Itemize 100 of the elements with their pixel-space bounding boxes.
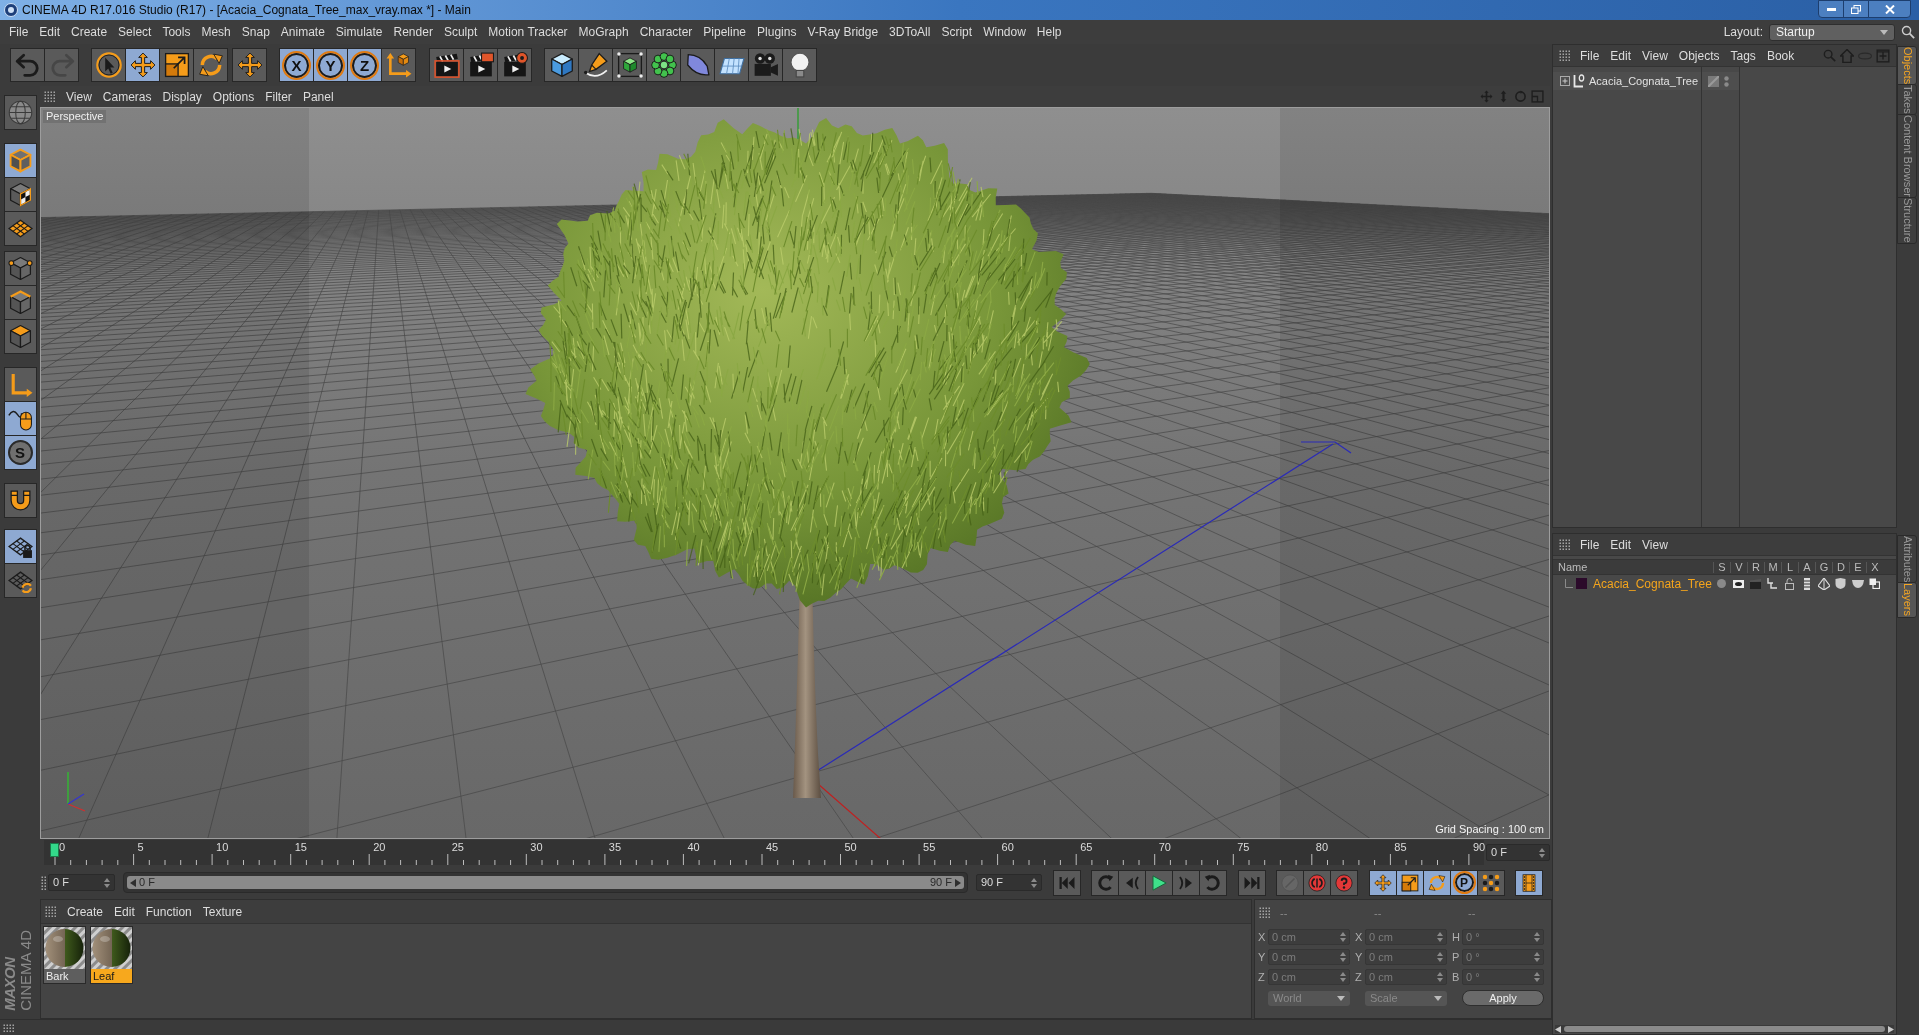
viewport-menu-item[interactable]: Options bbox=[212, 90, 255, 103]
end-frame-field[interactable]: 90 F bbox=[976, 874, 1042, 891]
tweak-mode-button[interactable] bbox=[3, 401, 37, 436]
viewport-menu-item[interactable]: View bbox=[66, 90, 92, 103]
floor-button[interactable] bbox=[714, 48, 749, 82]
rotate-key-button[interactable] bbox=[1423, 869, 1451, 896]
restore-button[interactable] bbox=[1843, 0, 1869, 18]
scale-tool-button[interactable] bbox=[159, 48, 194, 82]
menu-item[interactable]: Mesh bbox=[201, 26, 231, 38]
make-editable-button[interactable] bbox=[3, 95, 37, 130]
texture-mode-button[interactable] bbox=[3, 177, 37, 212]
start-frame-field[interactable]: 0 F bbox=[48, 874, 115, 891]
side-tab[interactable]: Content Browser bbox=[1897, 114, 1917, 198]
go-to-start-button[interactable] bbox=[1053, 869, 1081, 896]
points-mode-button[interactable] bbox=[3, 251, 37, 286]
layer-menu-item[interactable]: Edit bbox=[1610, 538, 1632, 551]
subdivision-button[interactable] bbox=[612, 48, 647, 82]
cloner-button[interactable] bbox=[646, 48, 681, 82]
menu-item[interactable]: Pipeline bbox=[703, 26, 747, 38]
x-axis-button[interactable]: X bbox=[279, 48, 314, 82]
light-button[interactable] bbox=[782, 48, 817, 82]
viewport-menu-item[interactable]: Cameras bbox=[102, 90, 152, 103]
menu-item[interactable]: V-Ray Bridge bbox=[807, 26, 879, 38]
menu-item[interactable]: Plugins bbox=[757, 26, 797, 38]
point-level-button[interactable] bbox=[1477, 869, 1505, 896]
scale-key-button[interactable] bbox=[1396, 869, 1424, 896]
material-menu-item[interactable]: Function bbox=[145, 905, 192, 918]
render-settings-button[interactable] bbox=[497, 48, 532, 82]
rotate-tool-button[interactable] bbox=[193, 48, 228, 82]
polygons-mode-button[interactable] bbox=[3, 319, 37, 354]
workplane-mode-button[interactable] bbox=[3, 211, 37, 246]
render-picture-viewer-button[interactable] bbox=[463, 48, 498, 82]
model-mode-button[interactable] bbox=[3, 143, 37, 178]
layer-menu-item[interactable]: View bbox=[1642, 538, 1668, 551]
objects-menu-item[interactable]: Book bbox=[1766, 49, 1795, 62]
side-tab[interactable]: Attributes bbox=[1897, 535, 1917, 584]
layer-name[interactable]: Acacia_Cognata_Tree bbox=[1593, 577, 1712, 590]
objects-menu-item[interactable]: File bbox=[1580, 49, 1600, 62]
playhead[interactable] bbox=[50, 843, 59, 857]
menu-item[interactable]: Create bbox=[71, 26, 108, 38]
viewport-menu-item[interactable]: Filter bbox=[265, 90, 292, 103]
menu-item[interactable]: 3DToAll bbox=[889, 26, 931, 38]
select-tool-button[interactable] bbox=[91, 48, 126, 82]
bend-button[interactable] bbox=[680, 48, 715, 82]
y-axis-button[interactable]: Y bbox=[313, 48, 348, 82]
menu-item[interactable]: Help bbox=[1036, 26, 1062, 38]
menu-item[interactable]: Snap bbox=[241, 26, 270, 38]
render-view-button[interactable] bbox=[429, 48, 464, 82]
objects-menu-item[interactable]: Edit bbox=[1610, 49, 1632, 62]
play-button[interactable] bbox=[1145, 869, 1173, 896]
menu-item[interactable]: Character bbox=[639, 26, 693, 38]
material-item[interactable]: Bark bbox=[43, 926, 86, 984]
timeline-button[interactable] bbox=[1515, 869, 1543, 896]
layout-dropdown[interactable]: Startup bbox=[1769, 23, 1895, 41]
workplane-lock-button[interactable] bbox=[3, 529, 37, 564]
coordinate-system-button[interactable] bbox=[381, 48, 416, 82]
menu-item[interactable]: Render bbox=[393, 26, 433, 38]
move-key-button[interactable] bbox=[1369, 869, 1397, 896]
undo-button[interactable] bbox=[10, 48, 45, 82]
material-menu-item[interactable]: Texture bbox=[202, 905, 243, 918]
transform-tool-button[interactable] bbox=[232, 48, 267, 82]
snap-button[interactable] bbox=[3, 483, 37, 518]
menu-item[interactable]: Edit bbox=[39, 26, 61, 38]
material-item[interactable]: Leaf bbox=[90, 926, 133, 984]
menu-item[interactable]: File bbox=[9, 26, 29, 38]
menu-item[interactable]: MoGraph bbox=[578, 26, 629, 38]
side-tab[interactable]: Structure bbox=[1897, 197, 1917, 244]
viewport-menu-item[interactable]: Panel bbox=[302, 90, 334, 103]
side-tab[interactable]: Takes bbox=[1897, 84, 1917, 116]
cube-button[interactable] bbox=[544, 48, 579, 82]
viewport-menu-item[interactable]: Display bbox=[162, 90, 202, 103]
layer-menu-item[interactable]: File bbox=[1580, 538, 1600, 551]
menu-item[interactable]: Window bbox=[983, 26, 1026, 38]
menu-item[interactable]: Simulate bbox=[335, 26, 383, 38]
menu-item[interactable]: Select bbox=[118, 26, 152, 38]
move-tool-button[interactable] bbox=[125, 48, 160, 82]
viewport[interactable]: Perspective Grid Spacing : 100 cm bbox=[40, 107, 1550, 839]
edges-mode-button[interactable] bbox=[3, 285, 37, 320]
solo-button[interactable]: S bbox=[3, 435, 37, 470]
close-button[interactable] bbox=[1868, 0, 1911, 18]
material-menu-item[interactable]: Create bbox=[67, 905, 104, 918]
menu-item[interactable]: Script bbox=[941, 26, 973, 38]
objects-menu-item[interactable]: View bbox=[1642, 49, 1668, 62]
z-axis-button[interactable]: Z bbox=[347, 48, 382, 82]
minimize-button[interactable] bbox=[1818, 0, 1844, 18]
current-frame-field[interactable]: 0 F bbox=[1486, 844, 1550, 861]
menu-item[interactable]: Animate bbox=[280, 26, 325, 38]
go-to-end-button[interactable] bbox=[1238, 869, 1266, 896]
objects-menu-item[interactable]: Objects bbox=[1678, 49, 1720, 62]
keyframe-selection-button[interactable] bbox=[1330, 869, 1358, 896]
side-tab[interactable]: Objects bbox=[1897, 46, 1917, 86]
objects-menu-item[interactable]: Tags bbox=[1730, 49, 1756, 62]
next-key-button[interactable] bbox=[1199, 869, 1227, 896]
menu-item[interactable]: Sculpt bbox=[443, 26, 478, 38]
menu-item[interactable]: Motion Tracker bbox=[488, 26, 568, 38]
axis-mode-button[interactable] bbox=[3, 367, 37, 402]
menu-item[interactable]: Tools bbox=[162, 26, 191, 38]
side-tab[interactable]: Layers bbox=[1897, 582, 1917, 618]
timeline-ruler[interactable]: 0 5 10 15 20 25 30 35 40 45 50 55 60 65 70 75 80 85 90 bbox=[44, 840, 1484, 865]
previous-key-button[interactable] bbox=[1091, 869, 1119, 896]
